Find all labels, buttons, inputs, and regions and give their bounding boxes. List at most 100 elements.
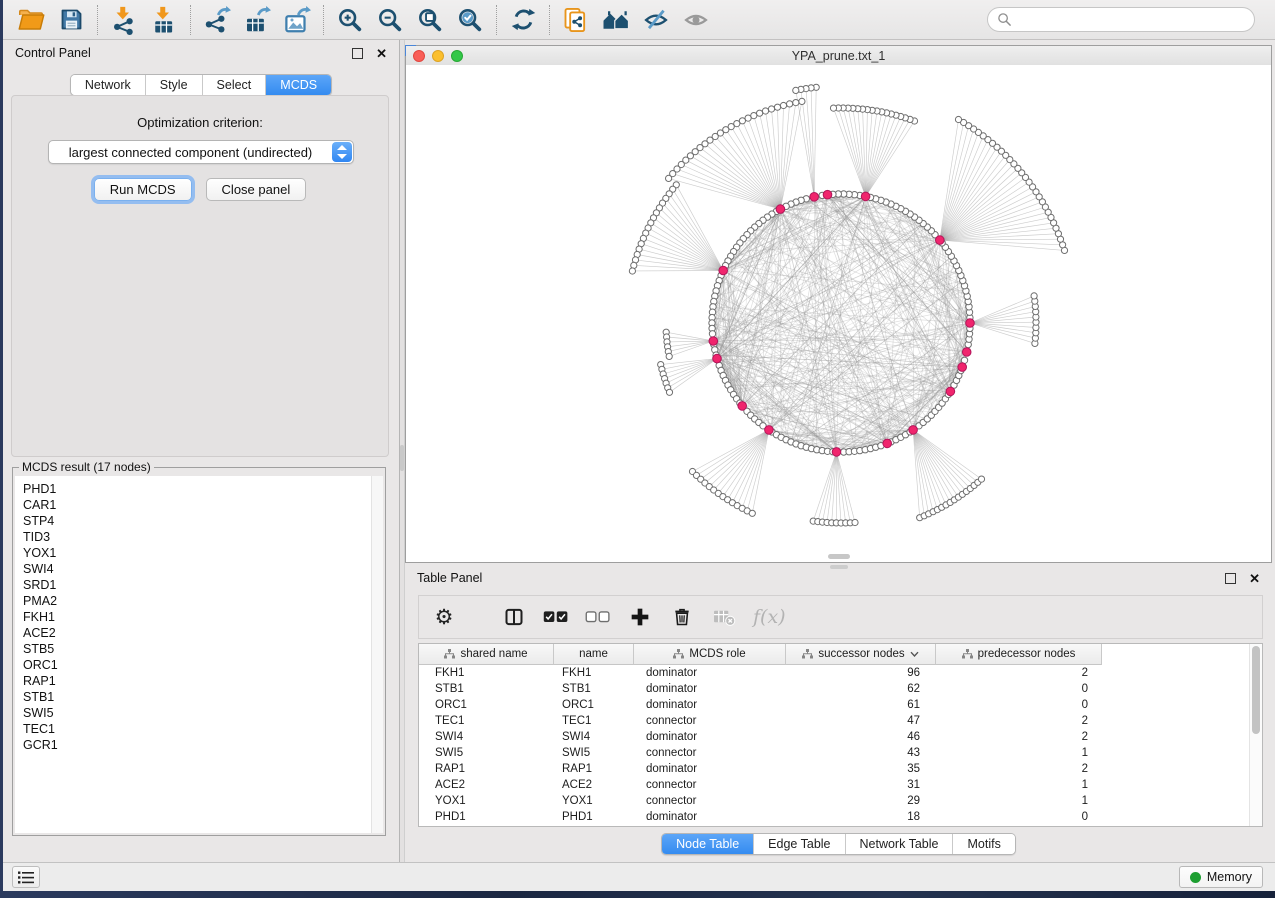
table-row[interactable]: STB1STB1dominator620	[419, 681, 1262, 697]
table-mode-button[interactable]: ⚙	[431, 600, 457, 634]
table-row[interactable]: ACE2ACE2connector311	[419, 777, 1262, 793]
network-window-title: YPA_prune.txt_1	[406, 49, 1271, 63]
hide-graphics-details-icon	[642, 6, 670, 34]
columns-icon	[504, 607, 524, 627]
splitter-handle[interactable]	[400, 445, 404, 471]
toolbar-separator	[496, 5, 497, 35]
zoom-in-button[interactable]	[330, 3, 370, 37]
open-session-button[interactable]	[11, 3, 51, 37]
mcds-result-item[interactable]: SWI5	[23, 705, 383, 721]
birds-eye-button[interactable]	[676, 3, 716, 37]
close-panel-icon[interactable]: ✕	[376, 47, 387, 60]
toolbar-separator	[323, 5, 324, 35]
float-window-icon[interactable]	[352, 48, 363, 59]
export-network-button[interactable]	[197, 3, 237, 37]
tab-mcds[interactable]: MCDS	[265, 75, 331, 95]
delete-columns-button[interactable]	[669, 600, 695, 634]
table-row[interactable]: SWI4SWI4dominator462	[419, 729, 1262, 745]
network-graph[interactable]	[406, 65, 1271, 562]
select-all-icon	[543, 610, 569, 624]
deselect-all-button[interactable]	[585, 600, 611, 634]
mcds-result-item[interactable]: ACE2	[23, 625, 383, 641]
close-panel-icon[interactable]: ✕	[1249, 572, 1260, 585]
mcds-result-item[interactable]: STB1	[23, 689, 383, 705]
export-image-button[interactable]	[277, 3, 317, 37]
tab-motifs[interactable]: Motifs	[952, 834, 1014, 854]
tab-select[interactable]: Select	[202, 75, 266, 95]
attribute-type-icon	[673, 649, 684, 659]
mcds-result-item[interactable]: GCR1	[23, 737, 383, 753]
apply-layout-button[interactable]	[503, 3, 543, 37]
task-history-button[interactable]	[12, 866, 40, 888]
network-canvas[interactable]	[406, 65, 1271, 562]
search-input[interactable]	[1018, 12, 1254, 28]
function-builder-button[interactable]: f(x)	[753, 600, 786, 634]
tab-style[interactable]: Style	[145, 75, 202, 95]
horizontal-splitter-handle[interactable]	[830, 565, 848, 569]
tab-network-table[interactable]: Network Table	[845, 834, 953, 854]
column-header-name[interactable]: name	[554, 644, 634, 665]
cell-shared_name: ORC1	[419, 699, 554, 711]
column-header-predecessor-nodes[interactable]: predecessor nodes	[936, 644, 1102, 665]
two-houses-icon	[601, 5, 631, 35]
tab-node-table[interactable]: Node Table	[662, 834, 753, 854]
network-overview-button[interactable]	[556, 3, 596, 37]
network-window-titlebar[interactable]: YPA_prune.txt_1	[406, 46, 1271, 66]
mcds-result-item[interactable]: TID3	[23, 529, 383, 545]
export-table-button[interactable]	[237, 3, 277, 37]
table-row[interactable]: YOX1YOX1connector291	[419, 793, 1262, 809]
column-header-shared-name[interactable]: shared name	[419, 644, 554, 665]
cell-shared_name: SWI4	[419, 731, 554, 743]
create-column-button[interactable]	[627, 600, 653, 634]
mcds-result-list[interactable]: PHD1CAR1STP4TID3YOX1SWI4SRD1PMA2FKH1ACE2…	[15, 476, 383, 833]
table-row[interactable]: ORC1ORC1dominator610	[419, 697, 1262, 713]
two-houses-button[interactable]	[596, 3, 636, 37]
run-mcds-button[interactable]: Run MCDS	[94, 178, 192, 201]
table-row[interactable]: PHD1PHD1dominator180	[419, 809, 1262, 825]
mcds-result-item[interactable]: CAR1	[23, 497, 383, 513]
cell-name: ACE2	[554, 779, 634, 791]
table-scrollbar[interactable]	[1249, 644, 1262, 826]
table-row[interactable]: RAP1RAP1dominator352	[419, 761, 1262, 777]
network-document-icon	[562, 6, 590, 34]
zoom-out-button[interactable]	[370, 3, 410, 37]
table-row[interactable]: FKH1FKH1dominator962	[419, 665, 1262, 681]
zoom-fit-button[interactable]	[410, 3, 450, 37]
mcds-result-item[interactable]: ORC1	[23, 657, 383, 673]
column-header-successor-nodes[interactable]: successor nodes	[786, 644, 936, 665]
mcds-result-item[interactable]: STB5	[23, 641, 383, 657]
table-toolbar: ⚙ f(x)	[418, 595, 1263, 639]
table-row[interactable]: TEC1TEC1connector472	[419, 713, 1262, 729]
import-network-button[interactable]	[104, 3, 144, 37]
mcds-result-item[interactable]: SRD1	[23, 577, 383, 593]
float-window-icon[interactable]	[1225, 573, 1236, 584]
close-panel-button[interactable]: Close panel	[206, 178, 307, 201]
mcds-result-item[interactable]: PMA2	[23, 593, 383, 609]
mcds-result-item[interactable]: STP4	[23, 513, 383, 529]
column-header-MCDS-role[interactable]: MCDS role	[634, 644, 786, 665]
table-row[interactable]: SWI5SWI5connector431	[419, 745, 1262, 761]
tab-edge-table[interactable]: Edge Table	[753, 834, 844, 854]
canvas-hscroll-thumb[interactable]	[828, 554, 850, 559]
import-table-button[interactable]	[144, 3, 184, 37]
tab-network[interactable]: Network	[71, 75, 145, 95]
cell-successor_nodes: 35	[786, 763, 936, 775]
mcds-result-item[interactable]: FKH1	[23, 609, 383, 625]
cytoscape-window: Control Panel ✕ NetworkStyleSelectMCDS O…	[3, 0, 1275, 891]
mcds-list-scrollbar[interactable]	[371, 476, 383, 833]
search-box[interactable]	[987, 7, 1255, 32]
memory-button[interactable]: Memory	[1179, 866, 1263, 888]
mcds-result-item[interactable]: SWI4	[23, 561, 383, 577]
mcds-result-item[interactable]: RAP1	[23, 673, 383, 689]
hide-graphics-button[interactable]	[636, 3, 676, 37]
delete-table-button[interactable]	[711, 600, 737, 634]
mcds-result-item[interactable]: YOX1	[23, 545, 383, 561]
optimization-criterion-select[interactable]: largest connected component (undirected)	[48, 140, 354, 164]
save-session-button[interactable]	[51, 3, 91, 37]
table-scrollbar-thumb[interactable]	[1252, 646, 1260, 734]
show-columns-button[interactable]	[501, 600, 527, 634]
select-all-button[interactable]	[543, 600, 569, 634]
zoom-selected-button[interactable]	[450, 3, 490, 37]
mcds-result-item[interactable]: TEC1	[23, 721, 383, 737]
mcds-result-item[interactable]: PHD1	[23, 481, 383, 497]
